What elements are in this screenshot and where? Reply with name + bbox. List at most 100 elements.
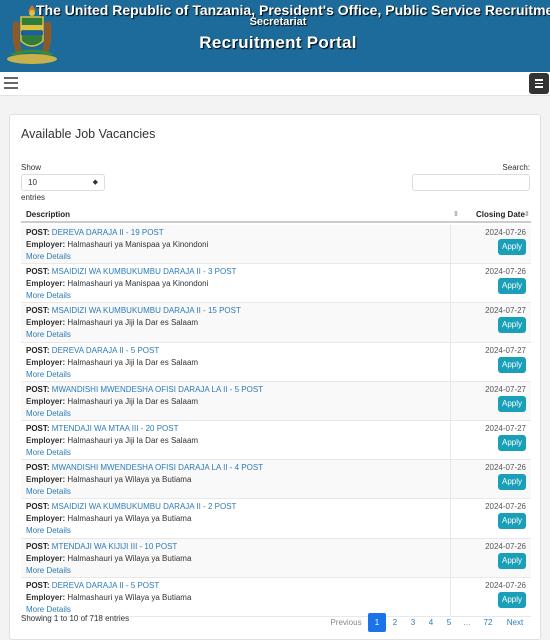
employer-line: Employer: Halmashauri ya Jiji la Dar es … xyxy=(26,436,198,445)
post-link[interactable]: MTENDAJI WA MTAA III - 20 POST xyxy=(52,424,179,433)
entries-length-value: 10 xyxy=(28,178,37,187)
post-label: POST: xyxy=(26,424,50,433)
post-line: POST: MTENDAJI WA KIJIJI III - 10 POST xyxy=(26,542,177,551)
closing-date: 2024-07-26 xyxy=(485,463,526,473)
employer-line: Employer: Halmashauri ya Wilaya ya Butia… xyxy=(26,554,191,563)
more-details-link[interactable]: More Details xyxy=(26,252,71,261)
post-label: POST: xyxy=(26,267,50,277)
page-button-1[interactable]: 1 xyxy=(368,613,386,632)
post-link[interactable]: MTENDAJI WA KIJIJI III - 10 POST xyxy=(52,542,178,551)
post-line: POST: DEREVA DARAJA II - 19 POST xyxy=(26,228,164,237)
sort-icon[interactable]: ⇕ xyxy=(453,210,459,218)
employer-name: Halmashauri ya Wilaya ya Butiama xyxy=(67,514,192,524)
apply-button[interactable]: Apply xyxy=(498,356,526,373)
employer-line: Employer: Halmashauri ya Jiji la Dar es … xyxy=(26,318,198,327)
previous-button[interactable]: Previous xyxy=(324,613,368,632)
menu-icon[interactable] xyxy=(529,73,549,94)
hamburger-icon[interactable] xyxy=(4,77,18,89)
apply-button[interactable]: Apply xyxy=(498,278,526,295)
more-details-link[interactable]: More Details xyxy=(26,291,71,300)
search-label: Search: xyxy=(502,163,530,172)
employer-line: Employer: Halmashauri ya Manispaa ya Kin… xyxy=(26,279,208,288)
employer-line: Employer: Halmashauri ya Wilaya ya Butia… xyxy=(26,475,191,484)
closing-date: 2024-07-26 xyxy=(485,580,526,590)
post-label: POST: xyxy=(26,502,50,512)
post-link[interactable]: MSAIDIZI WA KUMBUKUMBU DARAJA II - 3 POS… xyxy=(52,267,237,276)
post-link[interactable]: MSAIDIZI WA KUMBUKUMBU DARAJA II - 2 POS… xyxy=(52,502,237,511)
employer-name: Halmashauri ya Manispaa ya Kinondoni xyxy=(67,279,209,289)
more-details-link[interactable]: More Details xyxy=(26,487,71,496)
post-link[interactable]: DEREVA DARAJA II - 19 POST xyxy=(52,228,164,237)
column-divider xyxy=(450,225,451,264)
apply-button[interactable]: Apply xyxy=(498,513,526,530)
more-details-link[interactable]: More Details xyxy=(26,605,71,614)
apply-button[interactable]: Apply xyxy=(498,552,526,569)
table-row: POST: MTENDAJI WA MTAA III - 20 POST Empl… xyxy=(21,421,531,461)
post-line: POST: MSAIDIZI WA KUMBUKUMBU DARAJA II -… xyxy=(26,306,241,315)
post-link[interactable]: MWANDISHI MWENDESHA OFISI DARAJA LA II -… xyxy=(52,385,263,394)
employer-name: Halmashauri ya Wilaya ya Butiama xyxy=(67,592,192,602)
post-line: POST: DEREVA DARAJA II - 5 POST xyxy=(26,346,159,355)
post-link[interactable]: DEREVA DARAJA II - 5 POST xyxy=(52,346,159,355)
post-label: POST: xyxy=(26,228,50,237)
page-button-72[interactable]: 72 xyxy=(476,613,500,632)
table-info: Showing 1 to 10 of 718 entries xyxy=(21,614,130,623)
entries-length-select[interactable]: 10 ◆ xyxy=(21,174,105,191)
more-details-link[interactable]: More Details xyxy=(26,370,71,379)
column-divider xyxy=(450,303,451,342)
apply-button[interactable]: Apply xyxy=(498,435,526,451)
apply-button[interactable]: Apply xyxy=(498,239,526,255)
employer-name: Halmashauri ya Wilaya ya Butiama xyxy=(67,553,192,563)
employer-label: Employer: xyxy=(26,436,66,445)
search-input[interactable] xyxy=(412,174,530,191)
more-details-link[interactable]: More Details xyxy=(26,409,71,418)
pagination: Previous 1 2 3 4 5 … 72 Next xyxy=(324,613,530,632)
post-label: POST: xyxy=(26,306,50,316)
more-details-link[interactable]: More Details xyxy=(26,330,71,339)
entries-label: entries xyxy=(21,193,46,202)
site-header: The United Republic of Tanzania, Preside… xyxy=(0,0,550,72)
post-label: POST: xyxy=(26,463,50,473)
sort-icon[interactable]: ⇕ xyxy=(524,210,530,218)
closing-date: 2024-07-27 xyxy=(485,384,526,394)
employer-line: Employer: Halmashauri ya Wilaya ya Butia… xyxy=(26,514,191,523)
page-button-2[interactable]: 2 xyxy=(386,613,404,632)
employer-line: Employer: Halmashauri ya Jiji la Dar es … xyxy=(26,397,198,406)
apply-button[interactable]: Apply xyxy=(498,395,526,412)
closing-date: 2024-07-26 xyxy=(485,228,526,237)
apply-button[interactable]: Apply xyxy=(498,591,526,608)
col-closing-date[interactable]: Closing Date xyxy=(476,210,525,219)
more-details-link[interactable]: More Details xyxy=(26,526,71,535)
employer-name: Halmashauri ya Jiji la Dar es Salaam xyxy=(67,318,199,328)
col-description[interactable]: Description xyxy=(26,210,70,219)
page-button-3[interactable]: 3 xyxy=(404,613,422,632)
table-row: POST: MWANDISHI MWENDESHA OFISI DARAJA L… xyxy=(21,460,531,500)
more-details-link[interactable]: More Details xyxy=(26,566,71,575)
closing-date: 2024-07-27 xyxy=(485,345,526,355)
employer-label: Employer: xyxy=(26,357,66,367)
employer-label: Employer: xyxy=(26,592,66,602)
post-label: POST: xyxy=(26,384,50,394)
table-row: POST: MSAIDIZI WA KUMBUKUMBU DARAJA II -… xyxy=(21,303,531,343)
employer-name: Halmashauri ya Wilaya ya Butiama xyxy=(67,475,192,485)
next-button[interactable]: Next xyxy=(500,613,530,632)
pagination-ellipsis: … xyxy=(463,618,471,627)
employer-label: Employer: xyxy=(26,279,66,289)
employer-line: Employer: Halmashauri ya Wilaya ya Butia… xyxy=(26,593,191,602)
post-link[interactable]: DEREVA DARAJA II - 5 POST xyxy=(52,581,159,590)
closing-date: 2024-07-26 xyxy=(485,502,526,512)
table-row: POST: DEREVA DARAJA II - 5 POST Employer:… xyxy=(21,342,531,382)
vacancies-card: Available Job Vacancies Show 10 ◆ entrie… xyxy=(9,114,541,640)
page-button-4[interactable]: 4 xyxy=(422,613,440,632)
apply-button[interactable]: Apply xyxy=(498,474,526,491)
more-details-link[interactable]: More Details xyxy=(26,448,71,457)
apply-button[interactable]: Apply xyxy=(498,317,526,334)
portal-title: Recruitment Portal xyxy=(199,33,357,52)
employer-name: Halmashauri ya Manispaa ya Kinondoni xyxy=(67,240,209,249)
card-title: Available Job Vacancies xyxy=(21,127,156,141)
post-link[interactable]: MWANDISHI MWENDESHA OFISI DARAJA LA II -… xyxy=(52,463,263,472)
post-link[interactable]: MSAIDIZI WA KUMBUKUMBU DARAJA II - 15 PO… xyxy=(52,306,241,315)
page-button-5[interactable]: 5 xyxy=(440,613,458,632)
post-label: POST: xyxy=(26,541,50,551)
employer-name: Halmashauri ya Jiji la Dar es Salaam xyxy=(67,436,199,445)
